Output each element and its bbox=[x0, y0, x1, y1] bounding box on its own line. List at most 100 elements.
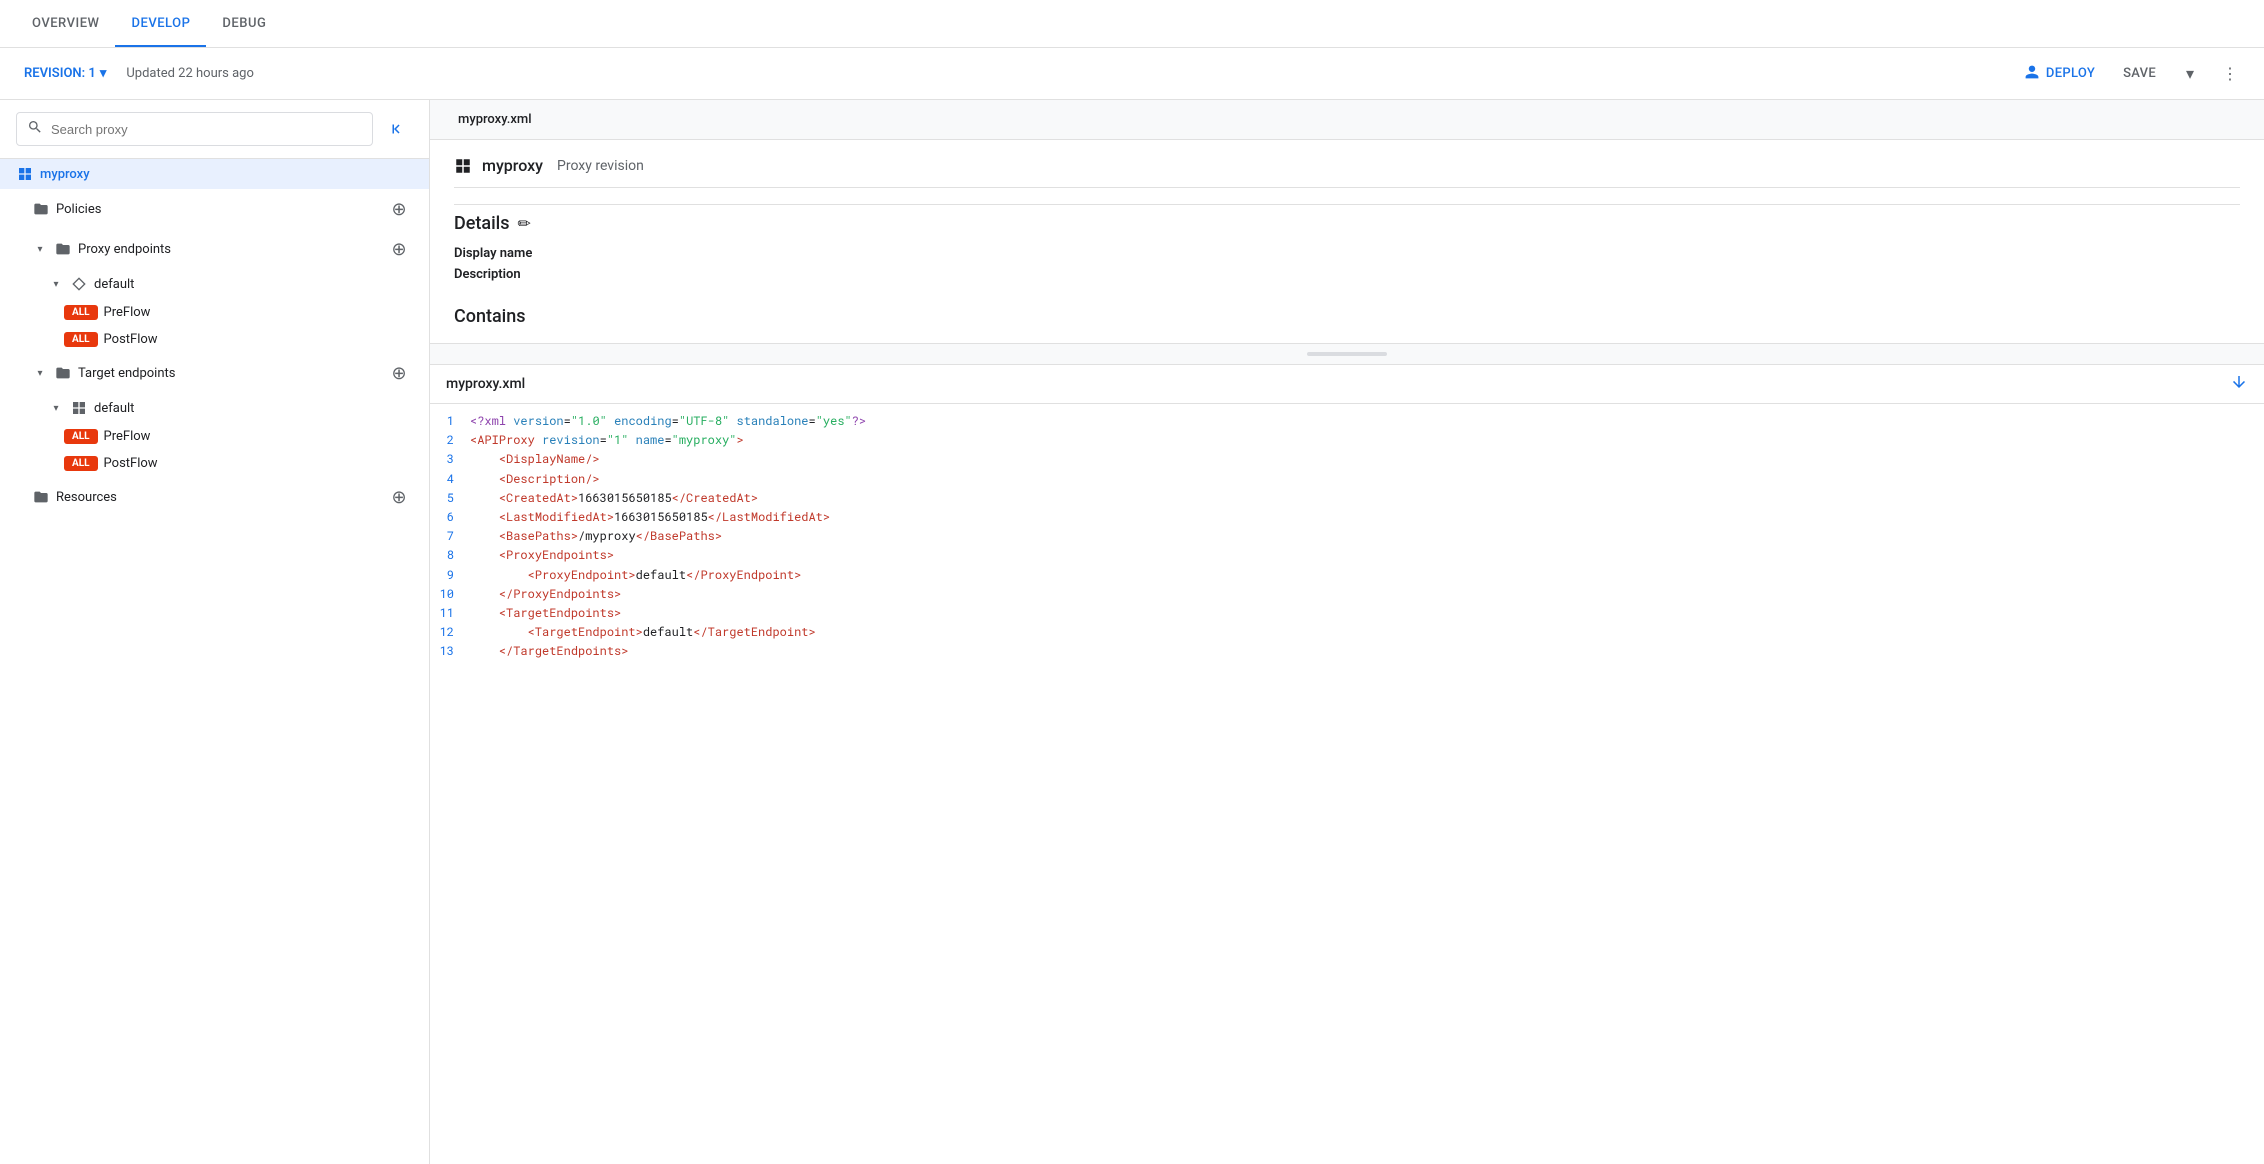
xml-content: 1 <?xml version="1.0" encoding="UTF-8" s… bbox=[430, 404, 2264, 1164]
code-line-13: 13 </TargetEndpoints> bbox=[430, 642, 2264, 661]
all-badge-postflow-target: ALL bbox=[64, 456, 98, 471]
tree-item-target-endpoints[interactable]: ▾ Target endpoints ⊕ bbox=[0, 353, 429, 393]
description-row: Description bbox=[454, 267, 2240, 282]
tree-item-myproxy[interactable]: myproxy bbox=[0, 159, 429, 189]
xml-header: myproxy.xml bbox=[430, 365, 2264, 404]
folder-icon-target-endpoints bbox=[54, 364, 72, 382]
default-proxy-label: default bbox=[94, 277, 413, 292]
scroll-indicator bbox=[430, 344, 2264, 365]
tree-item-policies[interactable]: Policies ⊕ bbox=[0, 189, 429, 229]
default-target-label: default bbox=[94, 401, 413, 416]
postflow-proxy-label: PostFlow bbox=[104, 332, 413, 347]
contains-title: Contains bbox=[454, 306, 2240, 327]
add-resources-button[interactable]: ⊕ bbox=[385, 483, 413, 511]
preflow-target-label: PreFlow bbox=[104, 429, 413, 444]
code-line-12: 12 <TargetEndpoint>default</TargetEndpoi… bbox=[430, 623, 2264, 642]
xml-filename: myproxy.xml bbox=[446, 376, 525, 392]
all-badge-postflow-proxy: ALL bbox=[64, 332, 98, 347]
tree-item-postflow-target[interactable]: ALL PostFlow bbox=[0, 450, 429, 477]
code-line-5: 5 <CreatedAt>1663015650185</CreatedAt> bbox=[430, 489, 2264, 508]
tree-item-postflow-proxy[interactable]: ALL PostFlow bbox=[0, 326, 429, 353]
proxy-endpoints-label: Proxy endpoints bbox=[78, 242, 379, 257]
add-target-endpoint-button[interactable]: ⊕ bbox=[385, 359, 413, 387]
expand-proxy-endpoints-arrow: ▾ bbox=[32, 241, 48, 257]
tree-item-preflow-target[interactable]: ALL PreFlow bbox=[0, 423, 429, 450]
tree-item-default-proxy[interactable]: ▾ default bbox=[0, 269, 429, 299]
diamond-icon bbox=[70, 275, 88, 293]
proxy-subtitle: Proxy revision bbox=[557, 158, 644, 174]
folder-icon-proxy-endpoints bbox=[54, 240, 72, 258]
policies-label: Policies bbox=[56, 202, 379, 217]
code-line-11: 11 <TargetEndpoints> bbox=[430, 604, 2264, 623]
main-layout: myproxy Policies ⊕ ▾ Proxy endpoints ⊕ ▾ bbox=[0, 100, 2264, 1164]
code-line-2: 2 <APIProxy revision="1" name="myproxy"> bbox=[430, 431, 2264, 450]
chevron-down-icon[interactable]: ▾ bbox=[100, 66, 107, 81]
code-line-1: 1 <?xml version="1.0" encoding="UTF-8" s… bbox=[430, 412, 2264, 431]
save-button[interactable]: SAVE bbox=[2111, 60, 2168, 87]
updated-text: Updated 22 hours ago bbox=[126, 66, 254, 81]
proxy-name: myproxy bbox=[482, 156, 543, 175]
grid-icon bbox=[16, 165, 34, 183]
search-input[interactable] bbox=[51, 122, 362, 137]
person-icon bbox=[2024, 64, 2040, 84]
search-icon bbox=[27, 119, 43, 139]
top-nav: OVERVIEW DEVELOP DEBUG bbox=[0, 0, 2264, 48]
revision-label: REVISION: 1 bbox=[24, 66, 96, 81]
revision-button[interactable]: REVISION: 1 ▾ bbox=[16, 62, 114, 85]
folder-icon bbox=[32, 200, 50, 218]
postflow-target-label: PostFlow bbox=[104, 456, 413, 471]
collapse-sidebar-button[interactable] bbox=[381, 113, 413, 145]
code-line-10: 10 </ProxyEndpoints> bbox=[430, 585, 2264, 604]
detail-panel: myproxy Proxy revision Details ✏ Display… bbox=[430, 140, 2264, 344]
code-line-8: 8 <ProxyEndpoints> bbox=[430, 546, 2264, 565]
tree-item-proxy-endpoints[interactable]: ▾ Proxy endpoints ⊕ bbox=[0, 229, 429, 269]
display-name-row: Display name bbox=[454, 246, 2240, 261]
more-options-button[interactable]: ⋮ bbox=[2212, 56, 2248, 92]
expand-default-proxy-arrow: ▾ bbox=[48, 276, 64, 292]
preflow-proxy-label: PreFlow bbox=[104, 305, 413, 320]
tree-item-preflow-proxy[interactable]: ALL PreFlow bbox=[0, 299, 429, 326]
search-box[interactable] bbox=[16, 112, 373, 146]
save-dropdown-button[interactable]: ▾ bbox=[2172, 56, 2208, 92]
code-line-4: 4 <Description/> bbox=[430, 470, 2264, 489]
expand-target-endpoints-arrow: ▾ bbox=[32, 365, 48, 381]
description-label: Description bbox=[454, 267, 574, 282]
all-badge-preflow-proxy: ALL bbox=[64, 305, 98, 320]
tab-develop[interactable]: DEVELOP bbox=[115, 2, 206, 47]
edit-icon[interactable]: ✏ bbox=[518, 214, 531, 233]
myproxy-label: myproxy bbox=[40, 167, 413, 182]
sidebar-search-area bbox=[0, 100, 429, 159]
tree-item-default-target[interactable]: ▾ default bbox=[0, 393, 429, 423]
folder-icon-resources bbox=[32, 488, 50, 506]
code-line-6: 6 <LastModifiedAt>1663015650185</LastMod… bbox=[430, 508, 2264, 527]
details-title: Details ✏ bbox=[454, 213, 2240, 234]
tab-overview[interactable]: OVERVIEW bbox=[16, 2, 115, 47]
file-tab-myproxy[interactable]: myproxy.xml bbox=[446, 104, 544, 135]
tab-debug[interactable]: DEBUG bbox=[206, 2, 282, 47]
all-badge-preflow-target: ALL bbox=[64, 429, 98, 444]
add-policies-button[interactable]: ⊕ bbox=[385, 195, 413, 223]
sidebar: myproxy Policies ⊕ ▾ Proxy endpoints ⊕ ▾ bbox=[0, 100, 430, 1164]
code-line-7: 7 <BasePaths>/myproxy</BasePaths> bbox=[430, 527, 2264, 546]
toolbar-right: DEPLOY SAVE ▾ ⋮ bbox=[2012, 56, 2248, 92]
proxy-header: myproxy Proxy revision bbox=[454, 156, 2240, 188]
grid-small-icon bbox=[70, 399, 88, 417]
expand-default-target-arrow: ▾ bbox=[48, 400, 64, 416]
proxy-grid-icon bbox=[454, 157, 472, 175]
toolbar: REVISION: 1 ▾ Updated 22 hours ago DEPLO… bbox=[0, 48, 2264, 100]
xml-panel: myproxy.xml 1 <?xml version="1.0" encodi… bbox=[430, 365, 2264, 1164]
target-endpoints-label: Target endpoints bbox=[78, 366, 379, 381]
display-name-label: Display name bbox=[454, 246, 574, 261]
deploy-label: DEPLOY bbox=[2046, 66, 2095, 81]
code-line-9: 9 <ProxyEndpoint>default</ProxyEndpoint> bbox=[430, 566, 2264, 585]
expand-xml-icon[interactable] bbox=[2230, 373, 2248, 395]
tree-item-resources[interactable]: Resources ⊕ bbox=[0, 477, 429, 517]
content-area: myproxy.xml myproxy Proxy revision Detai… bbox=[430, 100, 2264, 1164]
details-section: Details ✏ Display name Description bbox=[454, 213, 2240, 282]
add-proxy-endpoint-button[interactable]: ⊕ bbox=[385, 235, 413, 263]
resources-label: Resources bbox=[56, 490, 379, 505]
file-tab-bar: myproxy.xml bbox=[430, 100, 2264, 140]
code-line-3: 3 <DisplayName/> bbox=[430, 450, 2264, 469]
deploy-button[interactable]: DEPLOY bbox=[2012, 58, 2107, 90]
scrollbar-thumb bbox=[1307, 352, 1387, 356]
